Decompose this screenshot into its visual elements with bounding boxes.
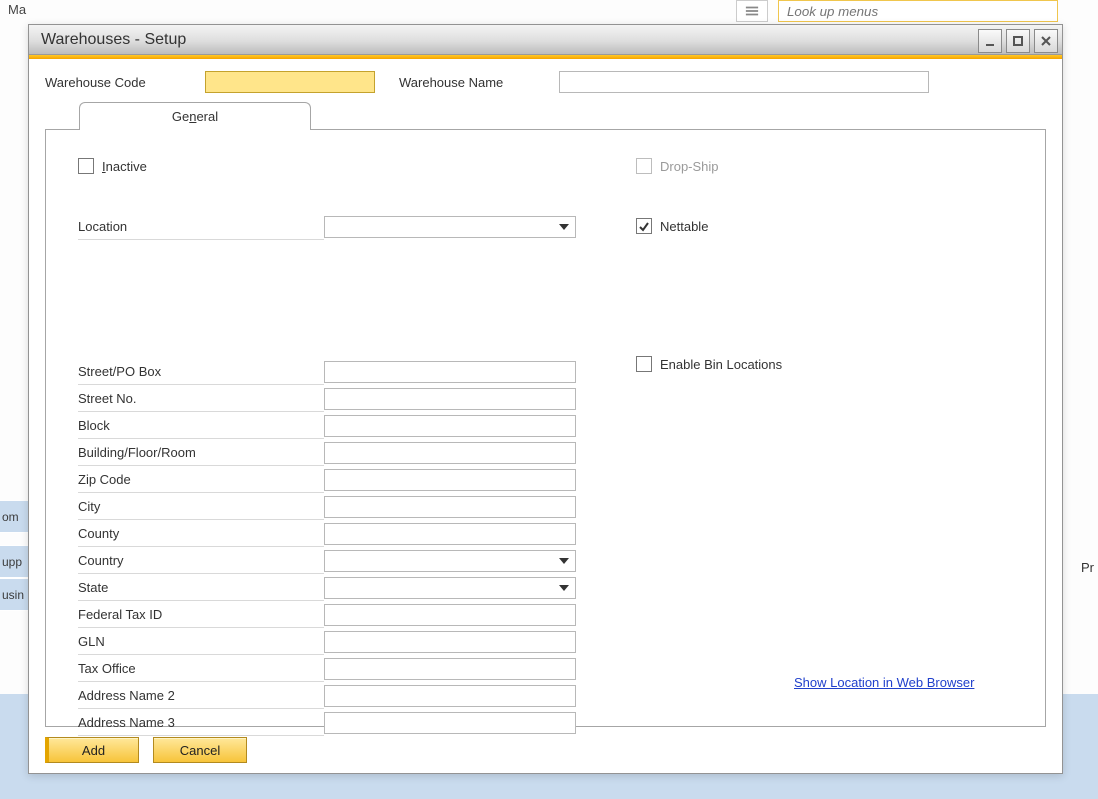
address-row: City — [78, 494, 638, 521]
address-field-label: Block — [78, 413, 324, 439]
address-field-input[interactable] — [324, 496, 576, 518]
address-field-input[interactable] — [324, 604, 576, 626]
address-row: Zip Code — [78, 467, 638, 494]
address-field-input[interactable] — [324, 361, 576, 383]
header-fields: Warehouse Code Warehouse Name — [29, 59, 1062, 101]
window-title: Warehouses - Setup — [41, 31, 186, 49]
add-button[interactable]: Add — [45, 737, 139, 763]
address-field-label: State — [78, 575, 324, 601]
address-field-input[interactable] — [324, 631, 576, 653]
tab-general-label: General — [172, 109, 218, 124]
menu-search-icon[interactable] — [736, 0, 768, 22]
location-select[interactable] — [324, 216, 576, 238]
address-row: Street/PO Box — [78, 359, 638, 386]
warehouse-name-label: Warehouse Name — [399, 75, 559, 90]
inactive-checkbox[interactable] — [78, 158, 94, 174]
warehouse-name-input[interactable] — [559, 71, 929, 93]
address-row: Country — [78, 548, 638, 575]
warehouse-code-label: Warehouse Code — [45, 75, 205, 90]
address-row: Building/Floor/Room — [78, 440, 638, 467]
bg-left-item: usin — [0, 578, 28, 611]
address-field-label: Federal Tax ID — [78, 602, 324, 628]
warehouses-setup-window: Warehouses - Setup Warehouse Code Wareho… — [28, 24, 1063, 774]
address-field-select[interactable] — [324, 550, 576, 572]
show-location-link[interactable]: Show Location in Web Browser — [794, 675, 974, 690]
address-field-input[interactable] — [324, 658, 576, 680]
chevron-down-icon — [559, 558, 569, 564]
address-field-input[interactable] — [324, 685, 576, 707]
address-row: Block — [78, 413, 638, 440]
lookup-menus-input[interactable] — [778, 0, 1058, 22]
warehouse-code-input[interactable] — [205, 71, 375, 93]
address-field-label: Street No. — [78, 386, 324, 412]
address-field-label: GLN — [78, 629, 324, 655]
bg-left-item: om — [0, 500, 28, 533]
enable-bin-locations-label: Enable Bin Locations — [660, 357, 782, 372]
bg-left-item: upp — [0, 545, 28, 578]
address-field-label: Street/PO Box — [78, 359, 324, 385]
drop-ship-checkbox — [636, 158, 652, 174]
address-row: GLN — [78, 629, 638, 656]
address-field-label: County — [78, 521, 324, 547]
bg-right-text: Pr — [1068, 560, 1098, 600]
address-field-select[interactable] — [324, 577, 576, 599]
maximize-button[interactable] — [1006, 29, 1030, 53]
address-field-label: Address Name 3 — [78, 710, 324, 736]
address-field-label: City — [78, 494, 324, 520]
location-label: Location — [78, 214, 324, 240]
address-field-input[interactable] — [324, 712, 576, 734]
address-field-input[interactable] — [324, 388, 576, 410]
tab-general-body: Inactive Location Street/PO BoxStreet No… — [45, 129, 1046, 727]
address-row: Address Name 3 — [78, 710, 638, 737]
address-field-label: Country — [78, 548, 324, 574]
address-row: Street No. — [78, 386, 638, 413]
enable-bin-locations-checkbox[interactable] — [636, 356, 652, 372]
address-field-input[interactable] — [324, 442, 576, 464]
titlebar: Warehouses - Setup — [29, 25, 1062, 55]
address-row: Address Name 2 — [78, 683, 638, 710]
inactive-label: Inactive — [102, 159, 147, 174]
tab-general[interactable]: General — [79, 102, 311, 130]
nettable-checkbox[interactable] — [636, 218, 652, 234]
address-field-label: Tax Office — [78, 656, 324, 682]
address-field-input[interactable] — [324, 523, 576, 545]
address-field-label: Building/Floor/Room — [78, 440, 324, 466]
cancel-button[interactable]: Cancel — [153, 737, 247, 763]
address-row: County — [78, 521, 638, 548]
drop-ship-label: Drop-Ship — [660, 159, 719, 174]
close-button[interactable] — [1034, 29, 1058, 53]
background-top: Ma — [0, 0, 1098, 24]
nettable-label: Nettable — [660, 219, 708, 234]
address-row: Federal Tax ID — [78, 602, 638, 629]
chevron-down-icon — [559, 585, 569, 591]
bg-truncated-text: Ma — [8, 2, 26, 17]
chevron-down-icon — [559, 224, 569, 230]
minimize-button[interactable] — [978, 29, 1002, 53]
address-field-input[interactable] — [324, 469, 576, 491]
address-field-input[interactable] — [324, 415, 576, 437]
address-field-label: Address Name 2 — [78, 683, 324, 709]
address-row: State — [78, 575, 638, 602]
address-row: Tax Office — [78, 656, 638, 683]
address-field-label: Zip Code — [78, 467, 324, 493]
